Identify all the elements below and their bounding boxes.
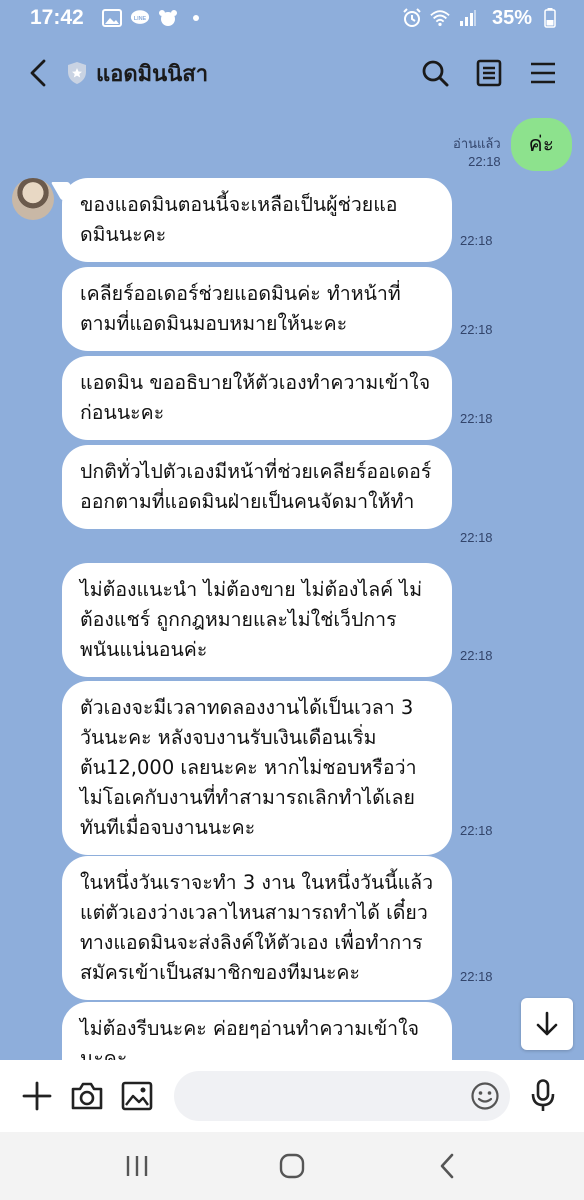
message-time: 22:18 [460,411,493,426]
message-time: 22:18 [460,322,493,337]
search-button[interactable] [408,49,462,97]
menu-button[interactable] [516,49,570,97]
gallery-icon [121,1081,153,1111]
message-bubble[interactable]: ของแอดมินตอนนี้จะเหลือเป็นผู้ช่วยแอดมินน… [62,178,452,262]
message-time: 22:18 [460,969,493,984]
status-right: 35% [402,7,568,30]
message-time: 22:18 [460,530,493,545]
message-time: 22:18 [460,648,493,663]
image-icon [101,8,122,28]
shield-icon [66,62,88,84]
svg-text:LINE: LINE [134,16,147,22]
back-button[interactable] [14,49,62,97]
message-bubble[interactable]: ปกติทั่วไปตัวเองมีหน้าที่ช่วยเคลียร์ออเด… [62,445,452,529]
dot-icon [186,8,206,28]
read-label: อ่านแล้ว [453,136,501,151]
pet-icon [158,8,178,28]
voice-button[interactable] [518,1071,568,1121]
battery-percent: 35% [491,6,532,29]
status-time: 17:42 [30,6,84,29]
message-time: 22:18 [460,233,493,248]
input-bar [0,1060,584,1132]
message-bubble[interactable]: ไม่ต้องรีบนะคะ ค่อยๆอ่านทำความเข้าใจนะคะ [62,1002,452,1060]
message-input[interactable] [174,1071,510,1121]
gallery-button[interactable] [112,1071,162,1121]
plus-icon [22,1081,52,1111]
home-icon [279,1153,305,1179]
signal-icon [458,8,478,28]
camera-button[interactable] [62,1071,112,1121]
sent-meta: อ่านแล้ว 22:18 [453,135,501,171]
add-button[interactable] [12,1071,62,1121]
back-nav-button[interactable] [417,1141,477,1191]
home-button[interactable] [262,1141,322,1191]
camera-icon [71,1082,103,1110]
notes-icon [476,59,502,87]
notes-button[interactable] [462,49,516,97]
sent-bubble[interactable]: ค่ะ [510,118,572,171]
recents-icon [127,1156,148,1176]
mic-icon [531,1079,555,1111]
header-actions [408,49,570,97]
search-icon [422,60,449,87]
alarm-icon [402,8,422,28]
wifi-icon [430,8,450,28]
message-bubble[interactable]: ตัวเองจะมีเวลาทดลองงานได้เป็นเวลา 3 วันน… [62,681,452,855]
back-icon [30,59,46,87]
message-bubble[interactable]: เคลียร์ออเดอร์ช่วยแอดมินค่ะ ทำหน้าที่ตาม… [62,267,452,351]
line-icon: LINE [130,8,150,28]
scroll-down-button[interactable] [521,998,573,1050]
battery-icon [540,8,560,28]
chat-title: แอดมินนิสา [96,60,209,86]
sent-message: อ่านแล้ว 22:18 ค่ะ [453,118,572,171]
recents-button[interactable] [107,1141,167,1191]
message-bubble[interactable]: ในหนึ่งวันเราจะทำ 3 งาน ในหนึ่งวันนี้แล้… [62,856,452,1000]
sent-time: 22:18 [468,154,501,169]
arrow-down-icon [536,1011,558,1036]
message-bubble[interactable]: แอดมิน ขออธิบายให้ตัวเองทำความเข้าใจก่อน… [62,356,452,440]
chat-area[interactable]: อ่านแล้ว 22:18 ค่ะ ของแอดมินตอนนี้จะเหลื… [0,110,584,1060]
avatar[interactable] [12,178,54,220]
menu-icon [531,62,555,84]
emoji-icon[interactable] [470,1081,500,1111]
status-bar: 17:42 LINE 35% [0,0,584,36]
message-bubble[interactable]: ไม่ต้องแนะนำ ไม่ต้องขาย ไม่ต้องไลค์ ไม่ต… [62,563,452,677]
nav-bar [0,1132,584,1200]
chat-header: แอดมินนิสา [0,36,584,110]
back-nav-icon [440,1153,453,1179]
message-time: 22:18 [460,823,493,838]
